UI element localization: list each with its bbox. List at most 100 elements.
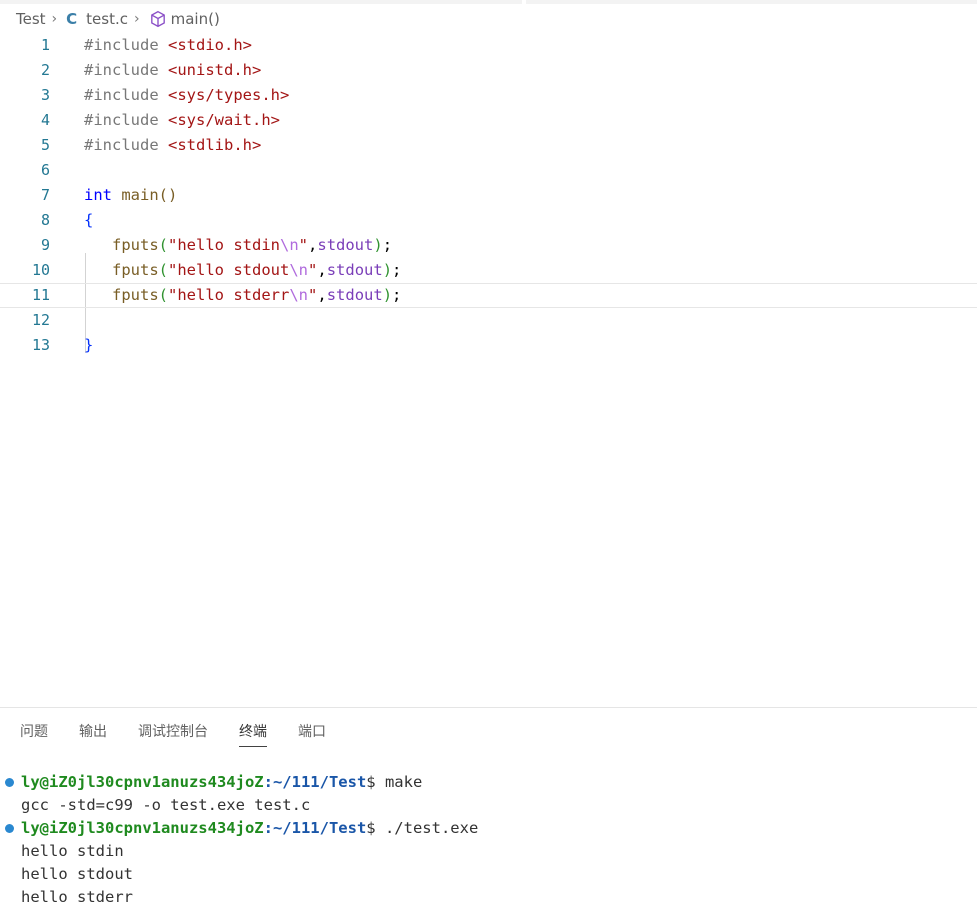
comma-token: , bbox=[308, 236, 318, 254]
line-number: 2 bbox=[40, 61, 50, 79]
header-token: <unistd.h> bbox=[168, 61, 262, 79]
string-token: " bbox=[308, 261, 318, 279]
breadcrumb-symbol[interactable]: main() bbox=[149, 10, 220, 28]
breadcrumb-symbol-label: main() bbox=[170, 10, 220, 28]
line-number: 9 bbox=[40, 236, 50, 254]
line-number: 13 bbox=[31, 336, 50, 354]
variable-token: stdout bbox=[326, 286, 383, 304]
tab-ports[interactable]: 端口 bbox=[298, 722, 326, 746]
escape-token: \n bbox=[289, 261, 309, 279]
line-number: 1 bbox=[40, 36, 50, 54]
breadcrumb-file[interactable]: C test.c bbox=[66, 10, 128, 28]
string-token: "hello stderr bbox=[168, 286, 290, 304]
line-number: 4 bbox=[40, 111, 50, 129]
line-content[interactable]: fputs("hello stderr\n",stdout); bbox=[84, 284, 401, 307]
header-token: <sys/types.h> bbox=[168, 86, 290, 104]
code-line: 9 fputs("hello stdin\n",stdout); bbox=[0, 233, 977, 258]
tab-output[interactable]: 输出 bbox=[79, 722, 107, 746]
tab-problems[interactable]: 问题 bbox=[20, 722, 48, 746]
brace-token: { bbox=[84, 211, 94, 229]
code-line: 3 #include <sys/types.h> bbox=[0, 83, 977, 108]
preprocessor-token: #include bbox=[84, 111, 168, 129]
header-token: <stdio.h> bbox=[168, 36, 252, 54]
line-content[interactable]: fputs("hello stdin\n",stdout); bbox=[84, 233, 392, 258]
terminal-path: :~/111/Test bbox=[263, 773, 367, 791]
line-content[interactable]: int main() bbox=[84, 183, 177, 208]
paren-token: ) bbox=[373, 236, 383, 254]
terminal-line: ly@iZ0jl30cpnv1anuzs434joZ:~/111/Test$ .… bbox=[21, 817, 478, 840]
code-editor[interactable]: 1 #include <stdio.h> 2 #include <unistd.… bbox=[0, 33, 977, 693]
method-cube-icon bbox=[150, 10, 165, 28]
function-token: fputs bbox=[112, 236, 159, 254]
line-number: 6 bbox=[40, 161, 50, 179]
terminal-command: make bbox=[384, 773, 423, 791]
code-line: 2 #include <unistd.h> bbox=[0, 58, 977, 83]
code-line: 5 #include <stdlib.h> bbox=[0, 133, 977, 158]
chevron-right-icon: › bbox=[51, 11, 58, 27]
escape-token: \n bbox=[289, 286, 309, 304]
bottom-panel: 问题 输出 调试控制台 终端 端口 ly@iZ0jl30cpnv1anuzs43… bbox=[0, 707, 977, 908]
semicolon-token: ; bbox=[382, 236, 393, 254]
line-content[interactable]: #include <stdio.h> bbox=[84, 33, 252, 58]
tab-debug-console[interactable]: 调试控制台 bbox=[138, 722, 208, 746]
code-line: 1 #include <stdio.h> bbox=[0, 33, 977, 58]
terminal-prompt: $ bbox=[366, 819, 385, 837]
comma-token: , bbox=[317, 286, 327, 304]
terminal-user-host: ly@iZ0jl30cpnv1anuzs434joZ bbox=[21, 773, 264, 791]
preprocessor-token: #include bbox=[84, 136, 168, 154]
string-token: " bbox=[298, 236, 309, 254]
terminal-line: hello stderr bbox=[21, 888, 133, 906]
command-status-dot[interactable] bbox=[5, 778, 14, 787]
keyword-token: int bbox=[84, 186, 112, 204]
line-number: 11 bbox=[31, 286, 50, 304]
command-status-dot[interactable] bbox=[5, 824, 14, 833]
chevron-right-icon: › bbox=[134, 11, 140, 27]
variable-token: stdout bbox=[317, 236, 374, 254]
line-number: 8 bbox=[40, 211, 50, 229]
breadcrumb-folder[interactable]: Test bbox=[16, 10, 46, 28]
code-line: 8 { bbox=[0, 208, 977, 233]
line-number: 5 bbox=[40, 136, 50, 154]
line-content[interactable]: } bbox=[84, 333, 93, 358]
terminal-prompt: $ bbox=[366, 773, 385, 791]
line-number: 7 bbox=[40, 186, 50, 204]
line-content[interactable]: #include <sys/wait.h> bbox=[84, 108, 280, 133]
function-token: fputs bbox=[112, 261, 159, 279]
function-token: fputs bbox=[112, 286, 159, 304]
paren-token: ) bbox=[382, 261, 393, 279]
preprocessor-token: #include bbox=[84, 86, 168, 104]
line-content[interactable]: fputs("hello stdout\n",stdout); bbox=[84, 258, 401, 283]
header-token: <sys/wait.h> bbox=[168, 111, 280, 129]
terminal-path: :~/111/Test bbox=[263, 819, 367, 837]
string-token: "hello stdin bbox=[168, 236, 280, 254]
code-line: 7 int main() bbox=[0, 183, 977, 208]
tab-terminal[interactable]: 终端 bbox=[239, 722, 267, 747]
line-number: 3 bbox=[40, 86, 50, 104]
paren-token: ( bbox=[158, 286, 169, 304]
line-number: 10 bbox=[31, 261, 50, 279]
line-content[interactable]: #include <sys/types.h> bbox=[84, 83, 289, 108]
preprocessor-token: #include bbox=[84, 61, 168, 79]
line-content[interactable]: { bbox=[84, 208, 93, 233]
variable-token: stdout bbox=[326, 261, 383, 279]
line-content[interactable]: #include <stdlib.h> bbox=[84, 133, 261, 158]
breadcrumb-folder-label: Test bbox=[16, 10, 46, 28]
line-number: 12 bbox=[31, 311, 50, 329]
c-language-icon: C bbox=[66, 10, 78, 28]
comma-token: , bbox=[317, 261, 327, 279]
semicolon-token: ; bbox=[392, 286, 402, 304]
brace-token: } bbox=[84, 336, 94, 354]
header-token: <stdlib.h> bbox=[168, 136, 262, 154]
breadcrumb-file-label: test.c bbox=[86, 10, 128, 28]
paren-token: ( bbox=[158, 236, 169, 254]
terminal-user-host: ly@iZ0jl30cpnv1anuzs434joZ bbox=[21, 819, 264, 837]
line-content[interactable]: #include <unistd.h> bbox=[84, 58, 261, 83]
title-strip bbox=[0, 0, 977, 4]
string-token: "hello stdout bbox=[168, 261, 290, 279]
paren-token: ( bbox=[158, 261, 169, 279]
code-line: 4 #include <sys/wait.h> bbox=[0, 108, 977, 133]
code-line: 10 fputs("hello stdout\n",stdout); bbox=[0, 258, 977, 283]
code-line-current: 11 fputs("hello stderr\n",stdout); bbox=[0, 283, 977, 308]
code-line: 13 } bbox=[0, 333, 977, 358]
string-token: " bbox=[308, 286, 318, 304]
